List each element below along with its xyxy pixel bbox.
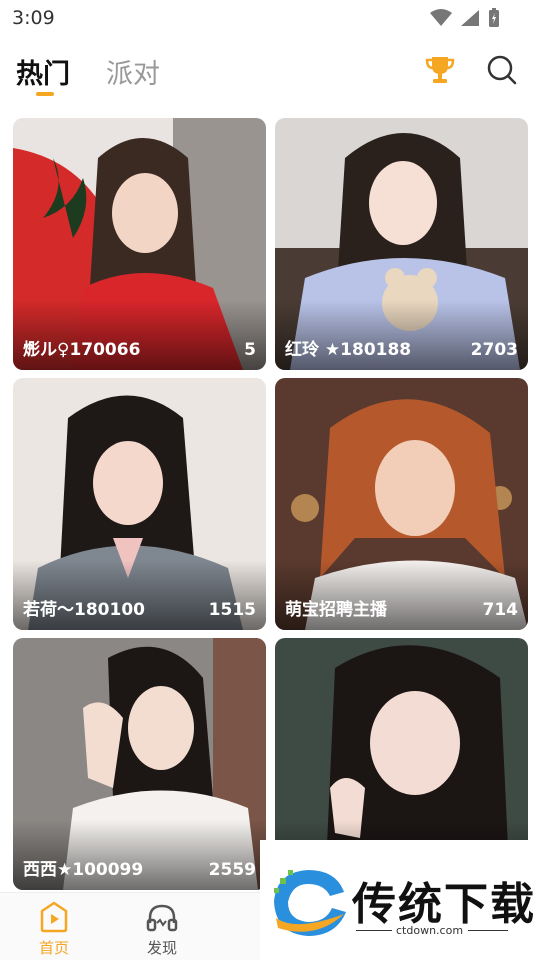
card-name: 红玲 ★180188: [285, 340, 412, 360]
watermark-logo: [274, 870, 346, 936]
search-icon[interactable]: [484, 52, 520, 88]
card-name: 萌宝招聘主播: [285, 600, 387, 620]
home-play-icon: [40, 901, 68, 933]
card-count: 714: [482, 600, 519, 620]
card-name: 西西★100099: [23, 860, 144, 880]
card-count: 5: [244, 340, 256, 360]
feed-card[interactable]: 萌宝招聘主播 714: [275, 378, 528, 630]
card-count: 2559: [208, 860, 256, 880]
watermark-title: 传统下载: [352, 879, 536, 930]
status-icons: [430, 8, 500, 28]
header: 热门 派对: [0, 40, 540, 102]
cellular-signal-icon: [461, 10, 479, 26]
feed-card[interactable]: 西西★100099 2559: [13, 638, 266, 890]
card-count: 2703: [470, 340, 518, 360]
card-count: 1515: [208, 600, 256, 620]
status-bar: 3:09: [0, 0, 540, 36]
tab-hot[interactable]: 热门: [16, 52, 70, 91]
watermark-rule-left: [356, 930, 392, 931]
card-name: 若荷～180100: [23, 600, 145, 620]
feed-card[interactable]: 红玲 ★180188 2703: [275, 118, 528, 370]
active-tab-indicator: [36, 92, 54, 96]
feed-card[interactable]: 烿ル♀170066 5: [13, 118, 266, 370]
nav-home-label: 首页: [38, 939, 69, 957]
watermark: 传统下载 ctdown.com: [260, 840, 540, 960]
tab-party[interactable]: 派对: [106, 52, 160, 91]
card-name: 烿ル♀170066: [23, 340, 141, 360]
nav-discover[interactable]: 发现: [122, 899, 202, 958]
watermark-url: ctdown.com: [396, 924, 464, 937]
watermark-rule-right: [468, 930, 508, 931]
headphones-icon: [146, 904, 178, 932]
feed-card[interactable]: 若荷～180100 1515: [13, 378, 266, 630]
trophy-icon[interactable]: [422, 52, 458, 88]
nav-home[interactable]: 首页: [14, 899, 94, 958]
status-time: 3:09: [12, 7, 55, 29]
battery-icon: [489, 8, 499, 27]
wifi-icon: [430, 9, 452, 26]
nav-discover-label: 发现: [146, 939, 177, 957]
